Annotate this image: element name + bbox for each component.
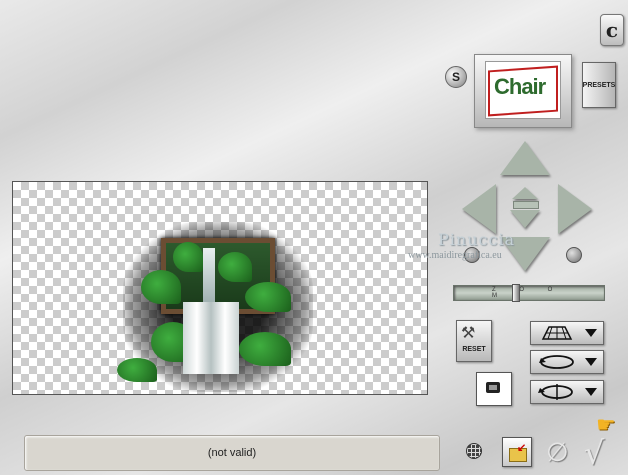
s-button-label: S [451,70,460,84]
perspective-grid-icon [541,326,573,340]
watermark-name: Pinuccia [438,230,516,249]
rotate-right-knob-icon[interactable] [566,247,582,263]
zoom-slider-thumb[interactable] [512,284,520,302]
scene-fern [173,242,203,272]
cancel-icon[interactable]: ∅ [546,438,569,468]
status-bar: (not valid) [24,435,440,471]
nudge-up-arrow-icon[interactable] [512,187,538,199]
scene-fern [141,270,181,304]
chevron-down-icon [585,329,597,337]
presets-label: PRESETS [582,81,616,89]
hammer-icon: ⚒ [461,325,476,342]
move-right-arrow-icon[interactable] [558,184,592,234]
import-arrow-icon: ↙ [517,442,527,454]
scene-fern [218,252,252,282]
ok-checkmark-icon[interactable]: √ [584,434,604,472]
preview-image: Chair [485,61,561,119]
reset-button[interactable]: ⚒ RESET [456,320,492,362]
camera-icon [486,382,500,393]
view-mode-button[interactable] [476,372,512,406]
nudge-down-arrow-icon[interactable] [510,210,540,228]
zoom-label: Z O O M [492,287,564,299]
status-text: (not valid) [207,447,257,459]
chevron-down-icon [585,388,597,396]
watermark-url: www.maidiregrafica.eu [408,250,502,261]
chevron-down-icon [585,358,597,366]
perspective-grid-dropdown[interactable] [530,321,604,345]
logo-glyph: c [605,18,619,42]
center-button[interactable] [513,201,539,209]
preview-text: Chair [494,74,546,99]
logo-button[interactable]: c [600,14,624,46]
flip-dropdown[interactable] [530,380,604,404]
rotate-ellipse-icon [539,355,574,369]
scene-fern [239,332,291,366]
scene-waterfall [183,302,239,374]
move-left-arrow-icon[interactable] [462,184,496,234]
image-canvas[interactable] [12,181,428,395]
open-file-button[interactable]: ↙ [502,437,532,467]
reset-label: RESET [462,346,486,353]
zoom-slider[interactable]: Z O O M [453,284,605,302]
preset-preview-thumbnail[interactable]: Chair [474,54,572,128]
move-up-arrow-icon[interactable] [500,141,550,175]
grid-icon[interactable] [466,443,482,459]
rotation-dropdown[interactable] [530,350,604,374]
scene-fern [245,282,291,312]
scene-fern [117,358,157,382]
scene-upper-waterfall [203,248,215,304]
presets-button[interactable]: PRESETS [582,62,616,108]
flip-axis-icon [538,384,573,400]
s-button[interactable]: S [445,66,467,88]
